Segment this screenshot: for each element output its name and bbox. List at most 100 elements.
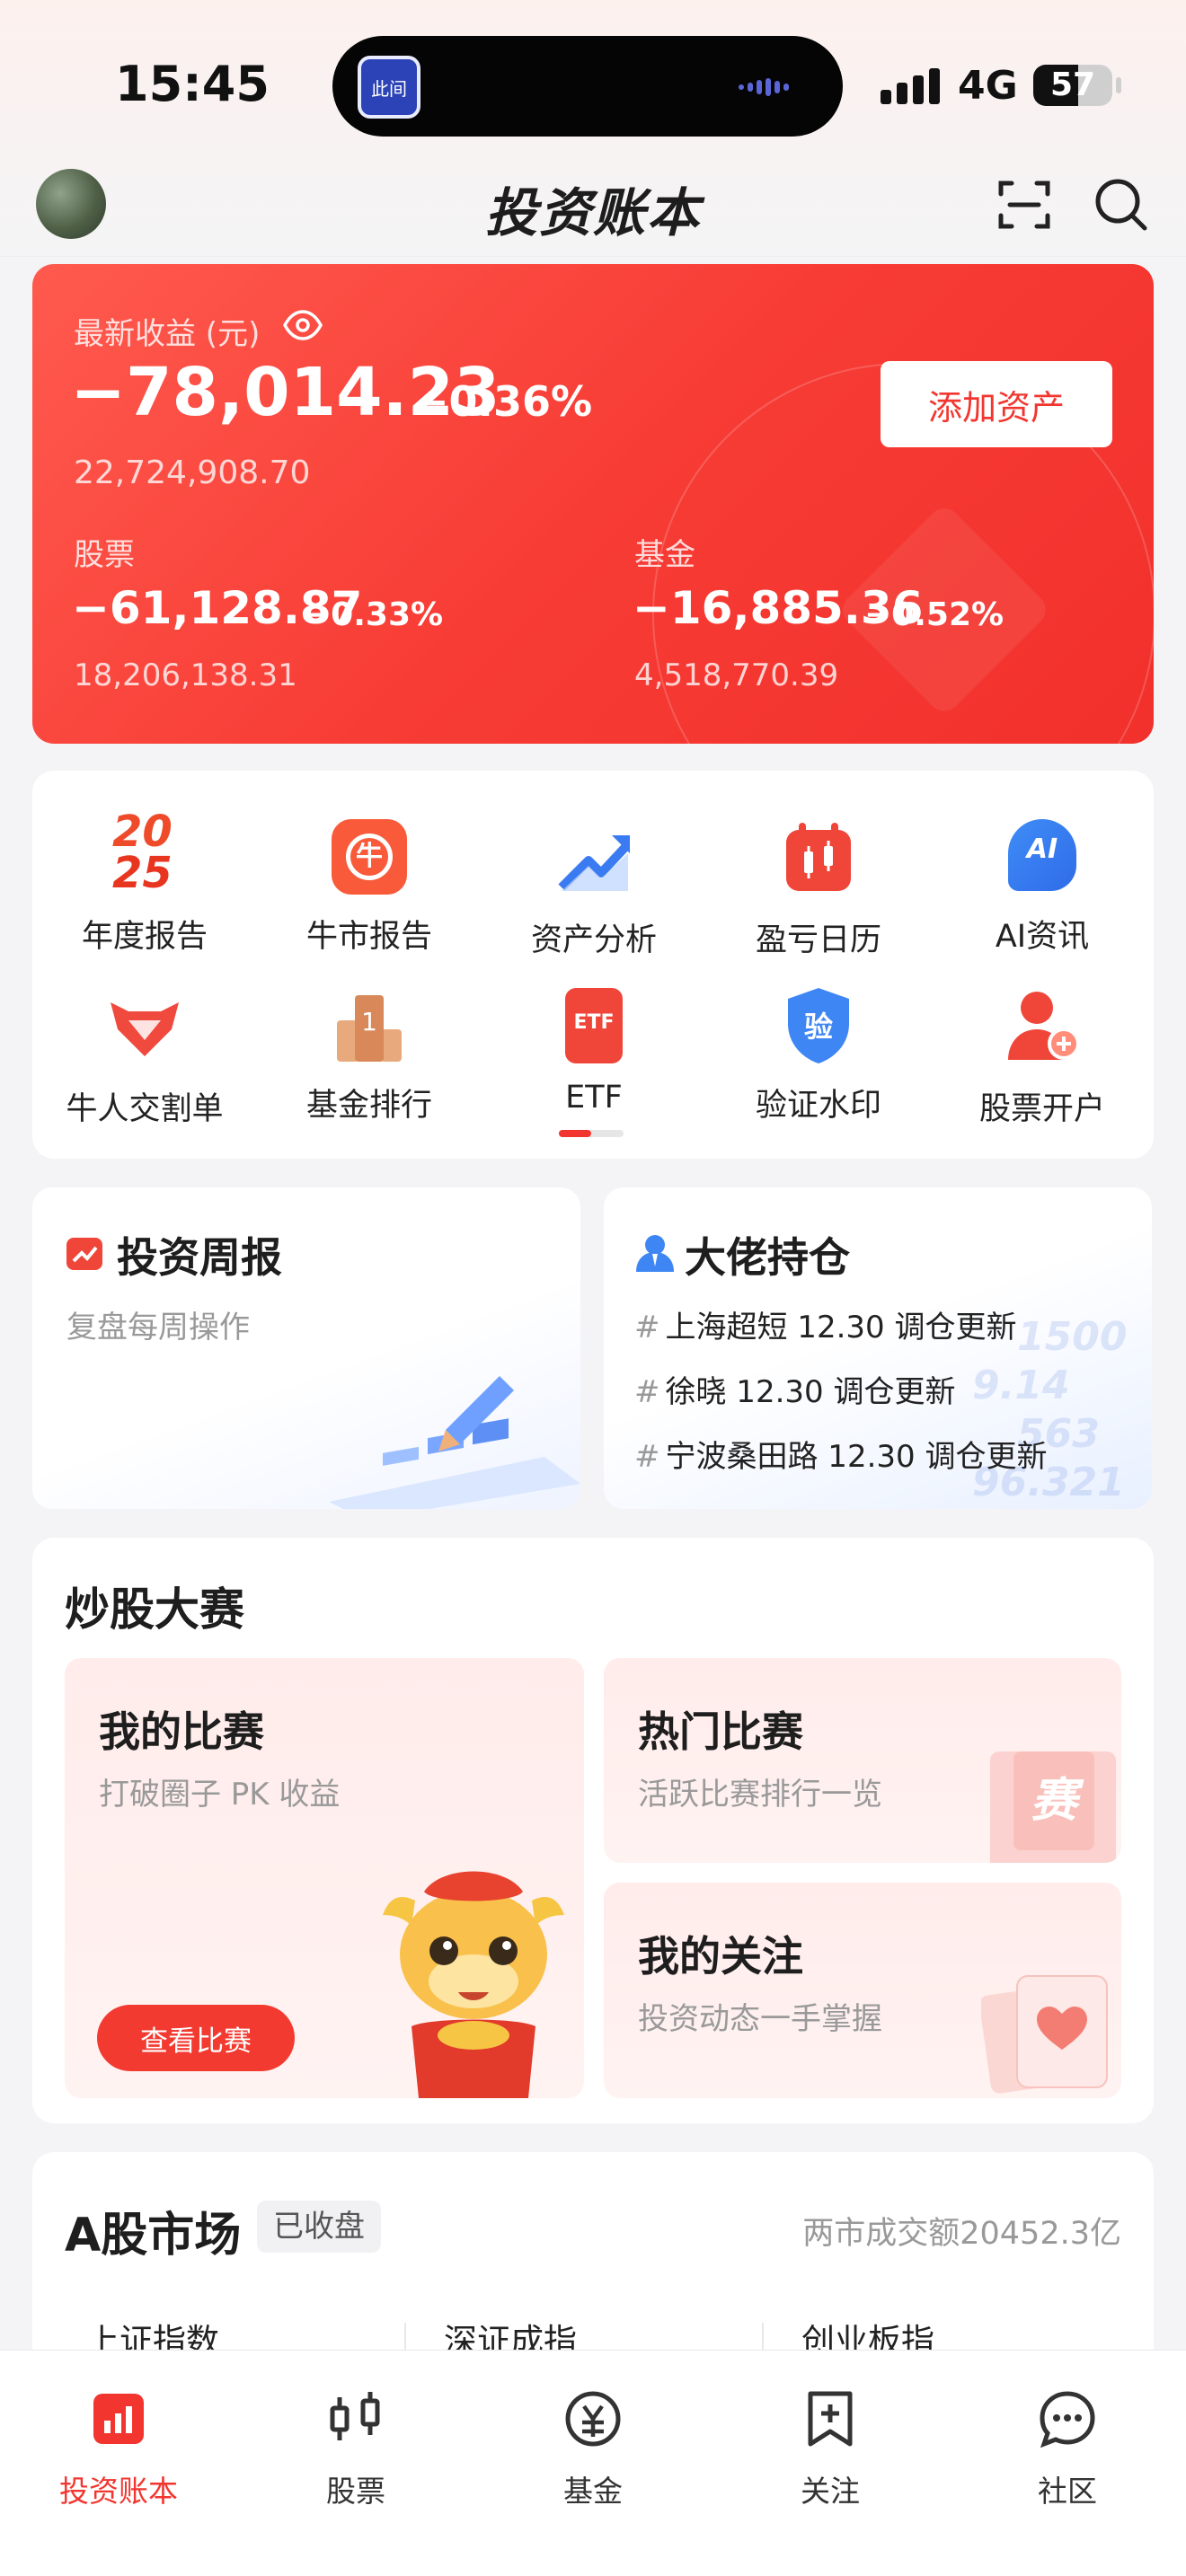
shortcut-label: 基金排行	[305, 1088, 432, 1124]
shortcut-asset-analysis[interactable]: 资产分析	[482, 816, 706, 977]
candlestick-icon	[330, 2392, 380, 2440]
my-contest-title: 我的比赛	[99, 1707, 264, 1756]
bookmark-add-icon	[808, 2391, 853, 2447]
market-status-badge: 已收盘	[257, 2201, 381, 2253]
status-bar: 15:45 此间 4G 57	[0, 0, 1186, 153]
chat-icon	[1040, 2391, 1095, 2448]
scan-icon[interactable]	[992, 172, 1057, 237]
my-contest-subtitle: 打破圈子 PK 收益	[99, 1777, 341, 1813]
year-top: 20	[112, 807, 173, 857]
hash-mark: #	[634, 1310, 660, 1345]
ledger-icon	[93, 2394, 144, 2444]
bull-mascot-icon	[383, 1871, 564, 2098]
stock-contest-card: 炒股大赛 我的比赛 打破圈子 PK 收益 查看比赛 热门比赛 活跃比赛排行一览 …	[32, 1538, 1154, 2123]
holdings-title: 大佬持仓	[685, 1233, 850, 1282]
shortcut-label: 股票开户	[978, 1091, 1105, 1127]
holdings-card[interactable]: 大佬持仓 1500 9.14 563 96.321 # 上海超短 12.30 调仓…	[604, 1187, 1152, 1509]
my-contest-card[interactable]: 我的比赛 打破圈子 PK 收益 查看比赛	[65, 1658, 584, 2098]
etf-glyph: ETF	[573, 1011, 615, 1034]
tab-ledger[interactable]: 投资账本	[0, 2369, 237, 2510]
funds-label: 基金	[634, 537, 695, 573]
shortcut-fund-ranking[interactable]: 1 基金排行	[257, 984, 482, 1146]
audio-wave-icon	[739, 77, 796, 96]
shortcut-label: 验证水印	[755, 1088, 881, 1124]
heart-card-icon	[981, 1975, 1108, 2094]
hot-contest-subtitle: 活跃比赛排行一览	[638, 1777, 882, 1813]
stocks-label: 股票	[74, 537, 135, 573]
shortcut-pnl-calendar[interactable]: 盈亏日历	[706, 816, 931, 977]
bg-number: 1500	[1017, 1314, 1128, 1360]
tab-label: 社区	[1038, 2474, 1097, 2509]
holding-text: 宁波桑田路 12.30 调仓更新	[665, 1439, 1048, 1475]
funds-total: 4,518,770.39	[634, 657, 839, 693]
hot-contest-card[interactable]: 热门比赛 活跃比赛排行一览 赛	[604, 1658, 1121, 1863]
year-2025-icon: 20 25	[103, 810, 186, 898]
shortcut-label: AI资讯	[995, 919, 1090, 955]
tab-label: 股票	[326, 2474, 385, 2509]
shortcut-open-account[interactable]: 股票开户	[931, 984, 1154, 1146]
pnl-calendar-icon	[786, 823, 851, 891]
shortcut-etf[interactable]: ETF ETF	[482, 984, 706, 1146]
earnings-card[interactable]: 最新收益 (元) −78,014.23 −0.36% 22,724,908.70…	[32, 264, 1154, 744]
my-follow-title: 我的关注	[638, 1932, 803, 1981]
funds-pct: −0.52%	[864, 596, 1005, 633]
bottom-tab-bar: 投资账本 股票 基金 关注 社区	[0, 2350, 1186, 2576]
stocks-pct: −0.33%	[304, 596, 444, 633]
rank-glyph: 1	[355, 995, 384, 1062]
view-contest-button[interactable]: 查看比赛	[97, 2005, 295, 2071]
shortcut-label: 资产分析	[530, 922, 657, 958]
year-bottom: 25	[112, 848, 173, 898]
verify-watermark-icon: 验	[777, 984, 860, 1067]
shortcut-verify-watermark[interactable]: 验 验证水印	[706, 984, 931, 1146]
ai-glyph: AI	[1026, 834, 1058, 865]
shortcut-expert-trades[interactable]: 牛人交割单	[32, 984, 257, 1146]
earnings-total: 22,724,908.70	[74, 454, 311, 491]
shortcut-grid: 20 25 年度报告 牛 牛市报告 资产分析 盈亏日历 AI AI资讯 牛人交割…	[32, 771, 1154, 1159]
bg-number: 9.14	[972, 1363, 1070, 1408]
shortcut-ai-news[interactable]: AI AI资讯	[931, 816, 1154, 977]
tab-stocks[interactable]: 股票	[237, 2369, 474, 2510]
tab-funds[interactable]: 基金	[474, 2369, 712, 2510]
holding-text: 上海超短 12.30 调仓更新	[665, 1310, 1017, 1345]
dynamic-island[interactable]: 此间	[332, 36, 843, 137]
page-indicator	[559, 1130, 624, 1137]
earnings-label: 最新收益 (元)	[74, 316, 261, 352]
add-asset-button[interactable]: 添加资产	[881, 361, 1112, 447]
holding-text: 徐晓 12.30 调仓更新	[665, 1374, 956, 1410]
shortcut-bull-report[interactable]: 牛 牛市报告	[257, 816, 482, 977]
my-follow-subtitle: 投资动态一手掌握	[638, 2001, 882, 2037]
eye-icon[interactable]	[282, 307, 323, 343]
my-follow-card[interactable]: 我的关注 投资动态一手掌握	[604, 1883, 1121, 2098]
battery-icon: 57	[1033, 65, 1112, 106]
weekly-report-subtitle: 复盘每周操作	[66, 1310, 250, 1345]
expert-trades-icon	[111, 1002, 179, 1056]
market-turnover: 两市成交额20452.3亿	[802, 2216, 1121, 2252]
report-illustration	[329, 1376, 580, 1509]
ai-news-icon: AI	[1001, 816, 1084, 898]
tab-label: 关注	[801, 2474, 860, 2509]
shortcut-label: ETF	[565, 1080, 623, 1116]
shortcut-label: 牛市报告	[305, 919, 432, 955]
network-type: 4G	[958, 63, 1018, 109]
island-app-icon: 此间	[358, 56, 420, 119]
shortcut-label: 牛人交割单	[66, 1091, 224, 1127]
weekly-report-title: 投资周报	[117, 1233, 282, 1282]
holding-item[interactable]: # 上海超短 12.30 调仓更新	[634, 1302, 1016, 1346]
shortcut-label: 盈亏日历	[755, 922, 881, 958]
contest-badge-icon: 赛	[1013, 1751, 1094, 1850]
cell-signal-icon	[881, 66, 943, 104]
shortcut-annual-report[interactable]: 20 25 年度报告	[32, 810, 257, 977]
search-icon[interactable]	[1089, 172, 1154, 237]
shortcut-label: 年度报告	[81, 919, 208, 955]
holding-item[interactable]: # 徐晓 12.30 调仓更新	[634, 1367, 955, 1411]
tab-label: 基金	[563, 2474, 623, 2509]
holding-item[interactable]: # 宁波桑田路 12.30 调仓更新	[634, 1432, 1047, 1476]
asset-analysis-icon	[558, 835, 630, 891]
etf-icon: ETF	[553, 984, 635, 1067]
tab-follow[interactable]: 关注	[712, 2369, 949, 2510]
bull-glyph: 牛	[346, 834, 393, 880]
tab-community[interactable]: 社区	[949, 2369, 1186, 2510]
stocks-total: 18,206,138.31	[74, 657, 297, 693]
weekly-report-icon	[66, 1238, 102, 1270]
weekly-report-card[interactable]: 投资周报 复盘每周操作	[32, 1187, 580, 1509]
